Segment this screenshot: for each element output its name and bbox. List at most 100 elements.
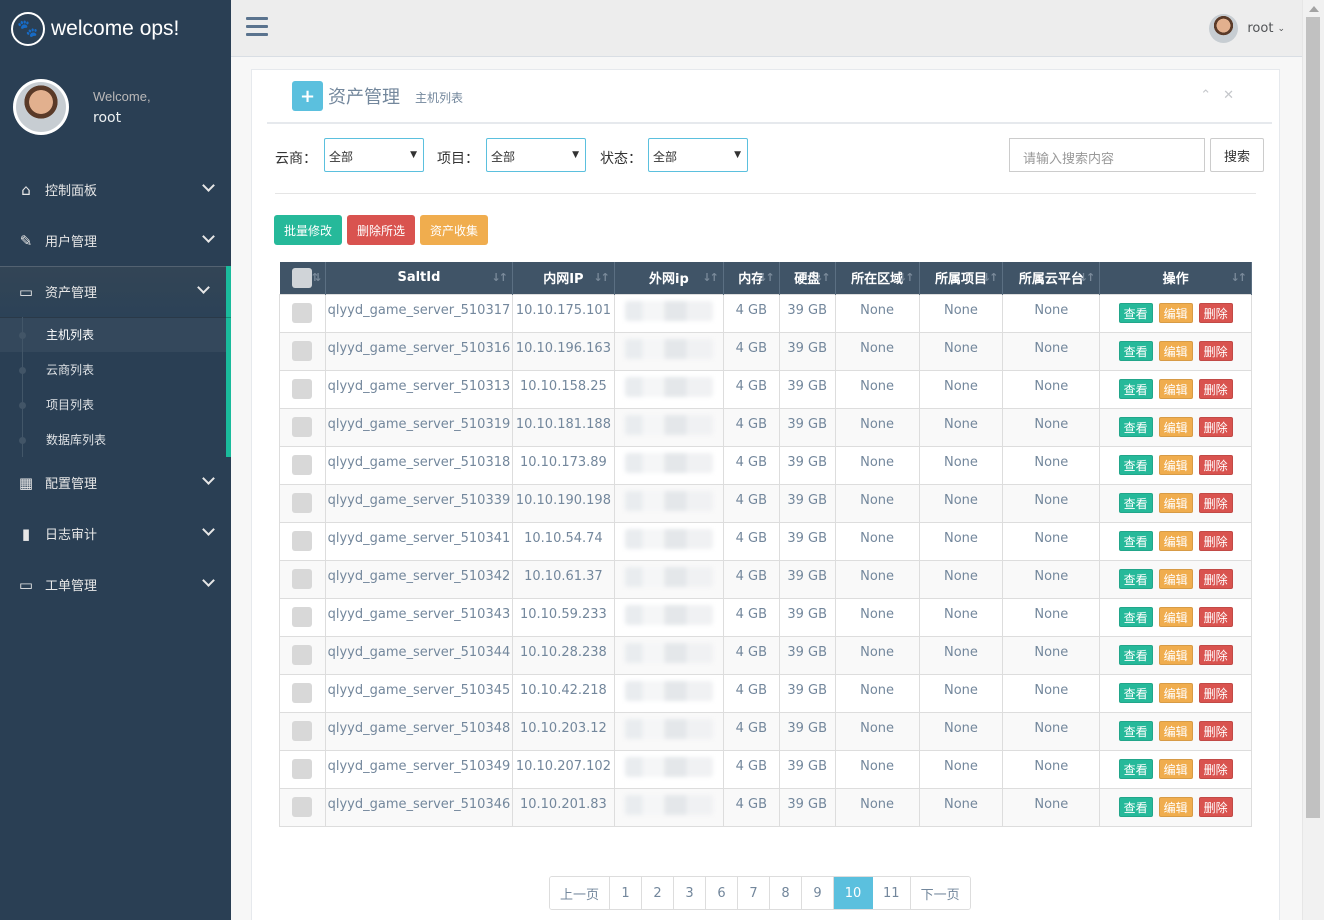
collapse-icon[interactable]: ⌃ bbox=[1200, 88, 1211, 103]
page-button[interactable]: 1 bbox=[610, 877, 643, 909]
search-button[interactable]: 搜索 bbox=[1210, 138, 1264, 172]
status-filter-select[interactable]: 全部 ▼ bbox=[648, 138, 748, 172]
row-checkbox[interactable] bbox=[292, 302, 313, 323]
select-all-header[interactable]: ⇅ bbox=[279, 262, 326, 294]
view-button[interactable]: 查看 bbox=[1118, 682, 1153, 703]
scroll-up-arrow-icon[interactable] bbox=[1309, 6, 1319, 12]
sidebar-item-audit[interactable]: ▮ 日志审计 bbox=[0, 508, 231, 559]
subitem-database-list[interactable]: 数据库列表 bbox=[0, 422, 226, 457]
row-checkbox[interactable] bbox=[292, 492, 313, 513]
view-button[interactable]: 查看 bbox=[1118, 720, 1153, 741]
edit-button[interactable]: 编辑 bbox=[1158, 796, 1193, 817]
search-input[interactable]: 请输入搜索内容 bbox=[1009, 138, 1205, 172]
page-button[interactable]: 7 bbox=[738, 877, 771, 909]
column-header-saltid[interactable]: SaltId ↓↑ bbox=[325, 262, 513, 294]
delete-button[interactable]: 删除 bbox=[1198, 492, 1233, 513]
sort-icon[interactable]: ↓↑ bbox=[593, 271, 610, 284]
page-scrollbar[interactable] bbox=[1302, 0, 1324, 920]
delete-selected-button[interactable]: 删除所选 bbox=[347, 215, 416, 245]
row-checkbox[interactable] bbox=[292, 758, 313, 779]
project-filter-select[interactable]: 全部 ▼ bbox=[486, 138, 586, 172]
sort-icon[interactable]: ↓↑ bbox=[898, 271, 915, 284]
user-menu[interactable]: root ⌄ bbox=[1209, 14, 1285, 43]
menu-toggle-icon[interactable] bbox=[246, 17, 268, 41]
sort-icon[interactable]: ↓↑ bbox=[758, 271, 775, 284]
sort-icon[interactable]: ↓↑ bbox=[1079, 271, 1096, 284]
view-button[interactable]: 查看 bbox=[1118, 758, 1153, 779]
row-checkbox[interactable] bbox=[292, 720, 313, 741]
sort-icon[interactable]: ↓↑ bbox=[982, 271, 999, 284]
page-button[interactable]: 6 bbox=[706, 877, 739, 909]
sort-icon[interactable]: ↓↑ bbox=[814, 271, 831, 284]
row-checkbox[interactable] bbox=[292, 530, 313, 551]
row-checkbox[interactable] bbox=[292, 606, 313, 627]
edit-button[interactable]: 编辑 bbox=[1158, 682, 1193, 703]
delete-button[interactable]: 删除 bbox=[1198, 682, 1233, 703]
view-button[interactable]: 查看 bbox=[1118, 302, 1153, 323]
row-checkbox[interactable] bbox=[292, 416, 313, 437]
delete-button[interactable]: 删除 bbox=[1198, 796, 1233, 817]
delete-button[interactable]: 删除 bbox=[1198, 606, 1233, 627]
edit-button[interactable]: 编辑 bbox=[1158, 530, 1193, 551]
row-checkbox[interactable] bbox=[292, 340, 313, 361]
edit-button[interactable]: 编辑 bbox=[1158, 758, 1193, 779]
delete-button[interactable]: 删除 bbox=[1198, 644, 1233, 665]
edit-button[interactable]: 编辑 bbox=[1158, 416, 1193, 437]
sort-icon[interactable]: ⇅ bbox=[312, 271, 321, 284]
collect-assets-button[interactable]: 资产收集 bbox=[420, 215, 489, 245]
page-button[interactable]: 3 bbox=[674, 877, 707, 909]
column-header-internal-ip[interactable]: 内网IP ↓↑ bbox=[512, 262, 615, 294]
delete-button[interactable]: 删除 bbox=[1198, 302, 1233, 323]
sort-icon[interactable]: ↓↑ bbox=[1231, 271, 1248, 284]
delete-button[interactable]: 删除 bbox=[1198, 720, 1233, 741]
sidebar-item-users[interactable]: ✎ 用户管理 bbox=[0, 215, 231, 266]
column-header-cloud[interactable]: 所属云平台 ↓↑ bbox=[1002, 262, 1101, 294]
column-header-region[interactable]: 所在区域 ↓↑ bbox=[835, 262, 920, 294]
add-host-button[interactable]: + bbox=[292, 81, 323, 111]
cloud-filter-select[interactable]: 全部 ▼ bbox=[324, 138, 424, 172]
view-button[interactable]: 查看 bbox=[1118, 644, 1153, 665]
delete-button[interactable]: 删除 bbox=[1198, 416, 1233, 437]
edit-button[interactable]: 编辑 bbox=[1158, 302, 1193, 323]
delete-button[interactable]: 删除 bbox=[1198, 758, 1233, 779]
prev-page-button[interactable]: 上一页 bbox=[550, 877, 611, 909]
edit-button[interactable]: 编辑 bbox=[1158, 644, 1193, 665]
edit-button[interactable]: 编辑 bbox=[1158, 454, 1193, 475]
view-button[interactable]: 查看 bbox=[1118, 378, 1153, 399]
row-checkbox[interactable] bbox=[292, 796, 313, 817]
sort-icon[interactable]: ↓↑ bbox=[702, 271, 719, 284]
sort-icon[interactable]: ↓↑ bbox=[491, 271, 508, 284]
view-button[interactable]: 查看 bbox=[1118, 340, 1153, 361]
edit-button[interactable]: 编辑 bbox=[1158, 492, 1193, 513]
column-header-external-ip[interactable]: 外网ip ↓↑ bbox=[614, 262, 724, 294]
delete-button[interactable]: 删除 bbox=[1198, 340, 1233, 361]
page-button[interactable]: 8 bbox=[770, 877, 803, 909]
delete-button[interactable]: 删除 bbox=[1198, 454, 1233, 475]
view-button[interactable]: 查看 bbox=[1118, 416, 1153, 437]
subitem-cloud-list[interactable]: 云商列表 bbox=[0, 352, 226, 387]
next-page-button[interactable]: 下一页 bbox=[910, 877, 970, 909]
batch-edit-button[interactable]: 批量修改 bbox=[274, 215, 343, 245]
brand[interactable]: 🐾 welcome ops! bbox=[0, 0, 231, 57]
delete-button[interactable]: 删除 bbox=[1198, 568, 1233, 589]
edit-button[interactable]: 编辑 bbox=[1158, 340, 1193, 361]
row-checkbox[interactable] bbox=[292, 644, 313, 665]
page-button[interactable]: 11 bbox=[873, 877, 911, 909]
subitem-host-list[interactable]: 主机列表 bbox=[0, 317, 226, 352]
view-button[interactable]: 查看 bbox=[1118, 606, 1153, 627]
subitem-project-list[interactable]: 项目列表 bbox=[0, 387, 226, 422]
edit-button[interactable]: 编辑 bbox=[1158, 378, 1193, 399]
select-all-checkbox[interactable] bbox=[292, 267, 313, 288]
sidebar-item-tickets[interactable]: ▭ 工单管理 bbox=[0, 559, 231, 610]
delete-button[interactable]: 删除 bbox=[1198, 378, 1233, 399]
edit-button[interactable]: 编辑 bbox=[1158, 568, 1193, 589]
sidebar-item-dashboard[interactable]: ⌂ 控制面板 bbox=[0, 164, 231, 215]
current-page-button[interactable]: 10 bbox=[834, 877, 874, 909]
row-checkbox[interactable] bbox=[292, 378, 313, 399]
view-button[interactable]: 查看 bbox=[1118, 454, 1153, 475]
view-button[interactable]: 查看 bbox=[1118, 492, 1153, 513]
view-button[interactable]: 查看 bbox=[1118, 530, 1153, 551]
edit-button[interactable]: 编辑 bbox=[1158, 720, 1193, 741]
sidebar-item-config[interactable]: ▦ 配置管理 bbox=[0, 457, 231, 508]
page-button[interactable]: 2 bbox=[642, 877, 675, 909]
